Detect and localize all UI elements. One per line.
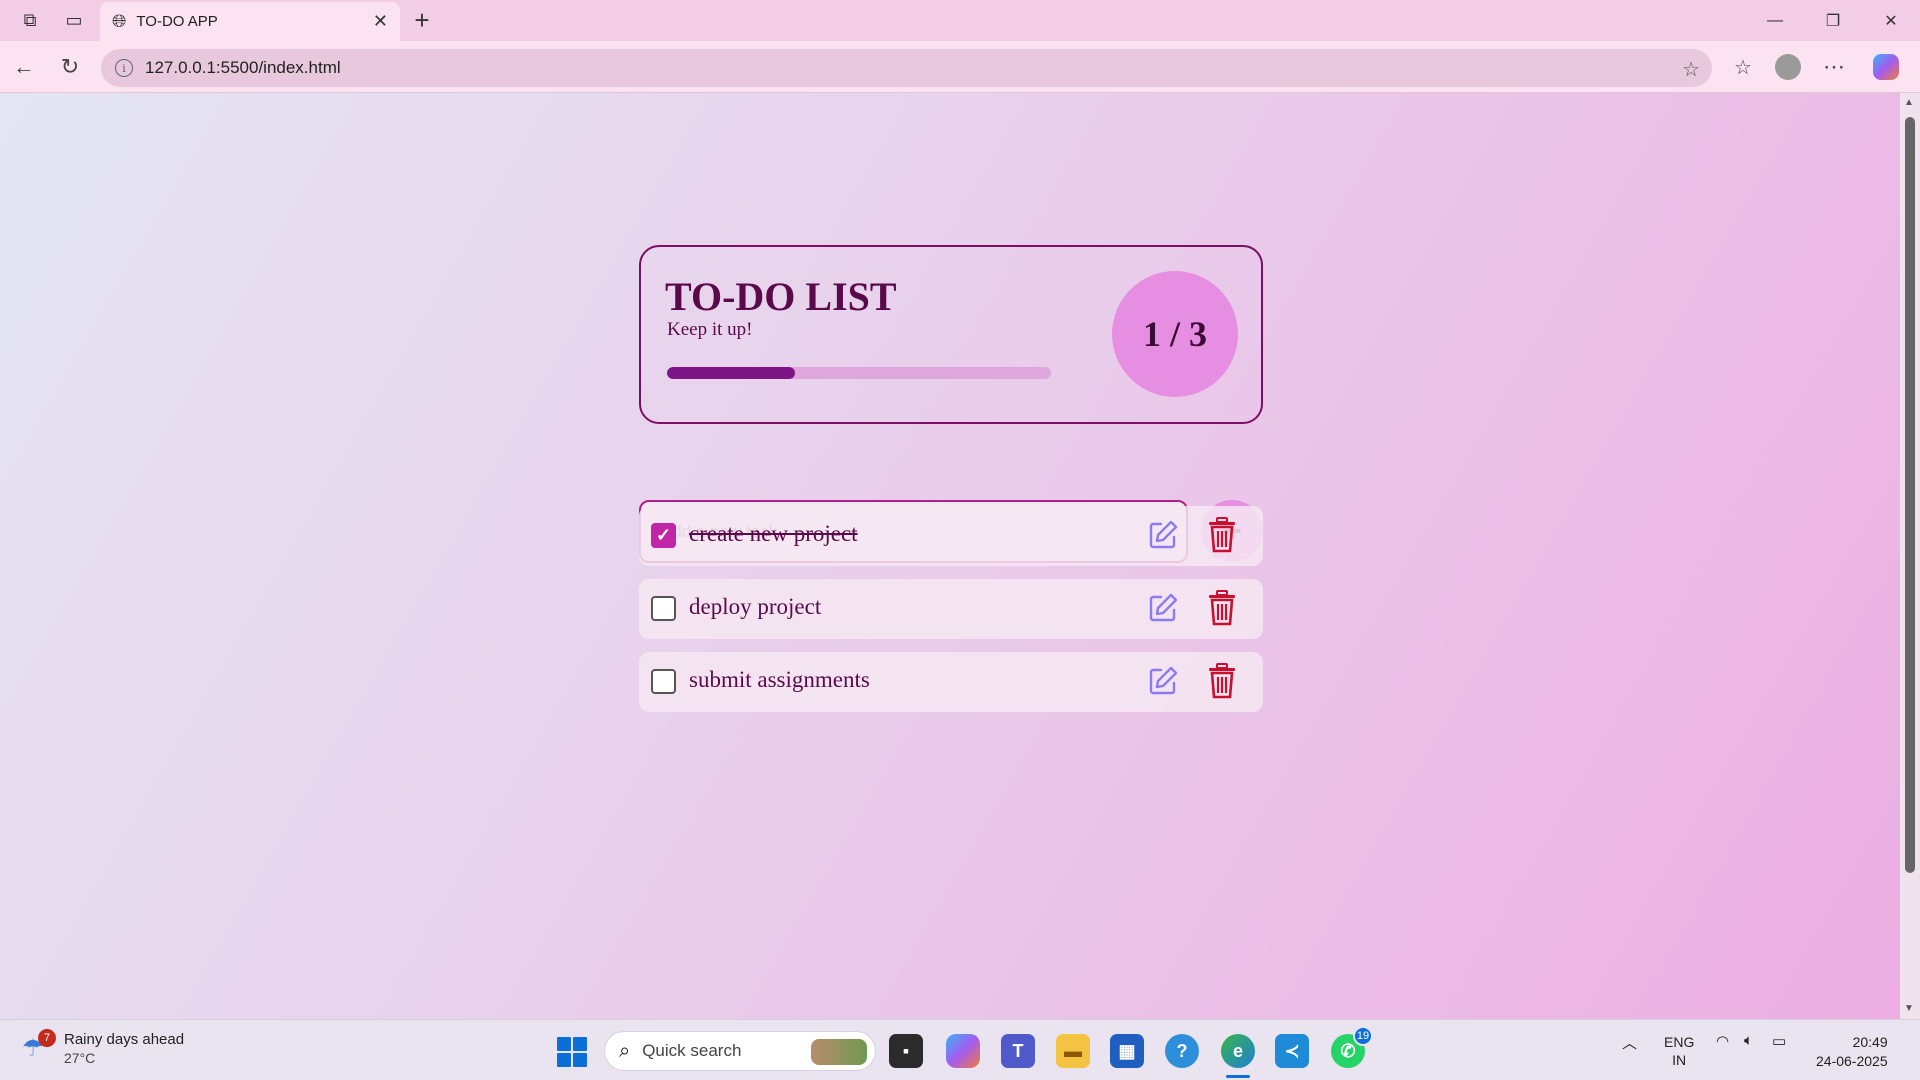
weather-title: Rainy days ahead [64,1031,185,1048]
delete-icon[interactable] [1207,590,1237,626]
refresh-button[interactable]: ↻ [54,51,86,83]
search-icon: ⌕ [619,1039,631,1062]
wifi-icon[interactable]: ◠ [1716,1032,1729,1050]
lang-line-1: ENG [1664,1034,1695,1050]
scroll-down-icon[interactable]: ▼ [1904,1003,1914,1014]
progress-card: TO-DO LIST Keep it up! 1 / 3 [639,245,1263,424]
edit-icon[interactable] [1146,664,1180,698]
more-menu-icon[interactable]: ⋯ [1818,51,1850,83]
browser-title-bar: ⧉ ▭ 🌐︎ TO-DO APP ✕ + — ❐ ✕ [0,0,1920,41]
weather-temp: 27°C [64,1050,96,1066]
teams-icon[interactable]: T [1001,1034,1035,1068]
workspaces-icon[interactable]: ⧉ [14,6,46,34]
lang-line-2: IN [1672,1052,1687,1068]
favorites-icon[interactable]: ☆ [1727,51,1759,83]
edit-icon[interactable] [1146,518,1180,552]
edit-icon[interactable] [1146,591,1180,625]
vertical-tabs-icon[interactable]: ▭ [58,6,90,34]
task-label: submit assignments [689,667,870,692]
url-text: 127.0.0.1:5500/index.html [145,58,341,77]
weather-badge: 7 [38,1029,56,1047]
restore-button[interactable]: ❐ [1804,0,1862,41]
favorite-star-icon[interactable]: ☆ [1682,57,1700,82]
back-button[interactable]: ← [8,51,40,83]
tab-title: TO-DO APP [136,13,218,30]
task-label: deploy project [689,594,822,619]
close-window-button[interactable]: ✕ [1862,0,1920,41]
globe-icon: 🌐︎ [112,11,127,31]
battery-icon[interactable]: ▭ [1772,1032,1786,1050]
edge-icon[interactable]: e [1221,1034,1255,1068]
profile-avatar[interactable] [1772,51,1804,83]
copilot-app-icon[interactable] [946,1034,980,1068]
address-bar-row: ← ↻ i 127.0.0.1:5500/index.html ☆ ☆ ⋯ [0,41,1920,93]
start-button[interactable] [557,1037,587,1067]
task-checkbox[interactable]: ✓ [651,523,676,548]
volume-icon[interactable]: 🔈︎ [1744,1032,1753,1049]
delete-icon[interactable] [1207,517,1237,553]
scrollbar[interactable]: ▲ ▼ [1900,93,1920,1019]
task-checkbox[interactable] [651,669,676,694]
clock-time: 20:49 [1852,1034,1888,1050]
progress-bar [667,367,1051,379]
delete-icon[interactable] [1207,663,1237,699]
whatsapp-icon[interactable]: ✆ 19 [1331,1026,1373,1068]
minimize-button[interactable]: — [1746,0,1804,41]
search-highlight-image [811,1039,867,1065]
task-checkbox[interactable] [651,596,676,621]
help-icon[interactable]: ? [1165,1034,1199,1068]
progress-fill [667,367,795,379]
page-viewport: TO-DO LIST Keep it up! 1 / 3 + ✓create n… [0,93,1900,1019]
copilot-icon[interactable] [1870,51,1902,83]
task-item: ✓ create new project [639,506,1263,566]
site-info-icon[interactable]: i [115,59,133,77]
task-label: create new project [689,521,858,546]
show-hidden-icons[interactable]: ︿ [1622,1032,1637,1053]
task-item: deploy project [639,579,1263,639]
clock-date: 24-06-2025 [1816,1053,1888,1069]
whatsapp-badge: 19 [1353,1026,1373,1046]
task-view-icon[interactable]: ▪ [889,1034,923,1068]
language-indicator[interactable]: ENG IN [1664,1033,1694,1069]
address-bar[interactable]: i 127.0.0.1:5500/index.html ☆ [101,49,1712,87]
app-title: TO-DO LIST [665,274,897,319]
scroll-thumb[interactable] [1905,117,1915,873]
app-subtitle: Keep it up! [667,319,753,340]
taskbar-search[interactable]: ⌕ Quick search [604,1031,876,1071]
weather-widget[interactable]: ☂ 7 Rainy days ahead 27°C [22,1029,185,1068]
taskbar: ☂ 7 Rainy days ahead 27°C ⌕ Quick search… [0,1019,1920,1080]
close-tab-icon[interactable]: ✕ [373,11,388,32]
search-label: Quick search [642,1041,742,1060]
task-counter: 1 / 3 [1112,271,1238,397]
browser-tab[interactable]: 🌐︎ TO-DO APP ✕ [100,2,400,41]
vscode-icon[interactable]: ≺ [1275,1034,1309,1068]
task-item: submit assignments [639,652,1263,712]
scroll-up-icon[interactable]: ▲ [1904,97,1914,108]
file-explorer-icon[interactable]: ▬ [1056,1034,1090,1068]
new-tab-button[interactable]: + [406,4,438,36]
umbrella-icon: ☂ 7 [22,1029,56,1064]
active-app-indicator [1226,1075,1250,1078]
system-clock[interactable]: 20:49 24-06-2025 [1816,1033,1888,1071]
store-icon[interactable]: ▦ [1110,1034,1144,1068]
